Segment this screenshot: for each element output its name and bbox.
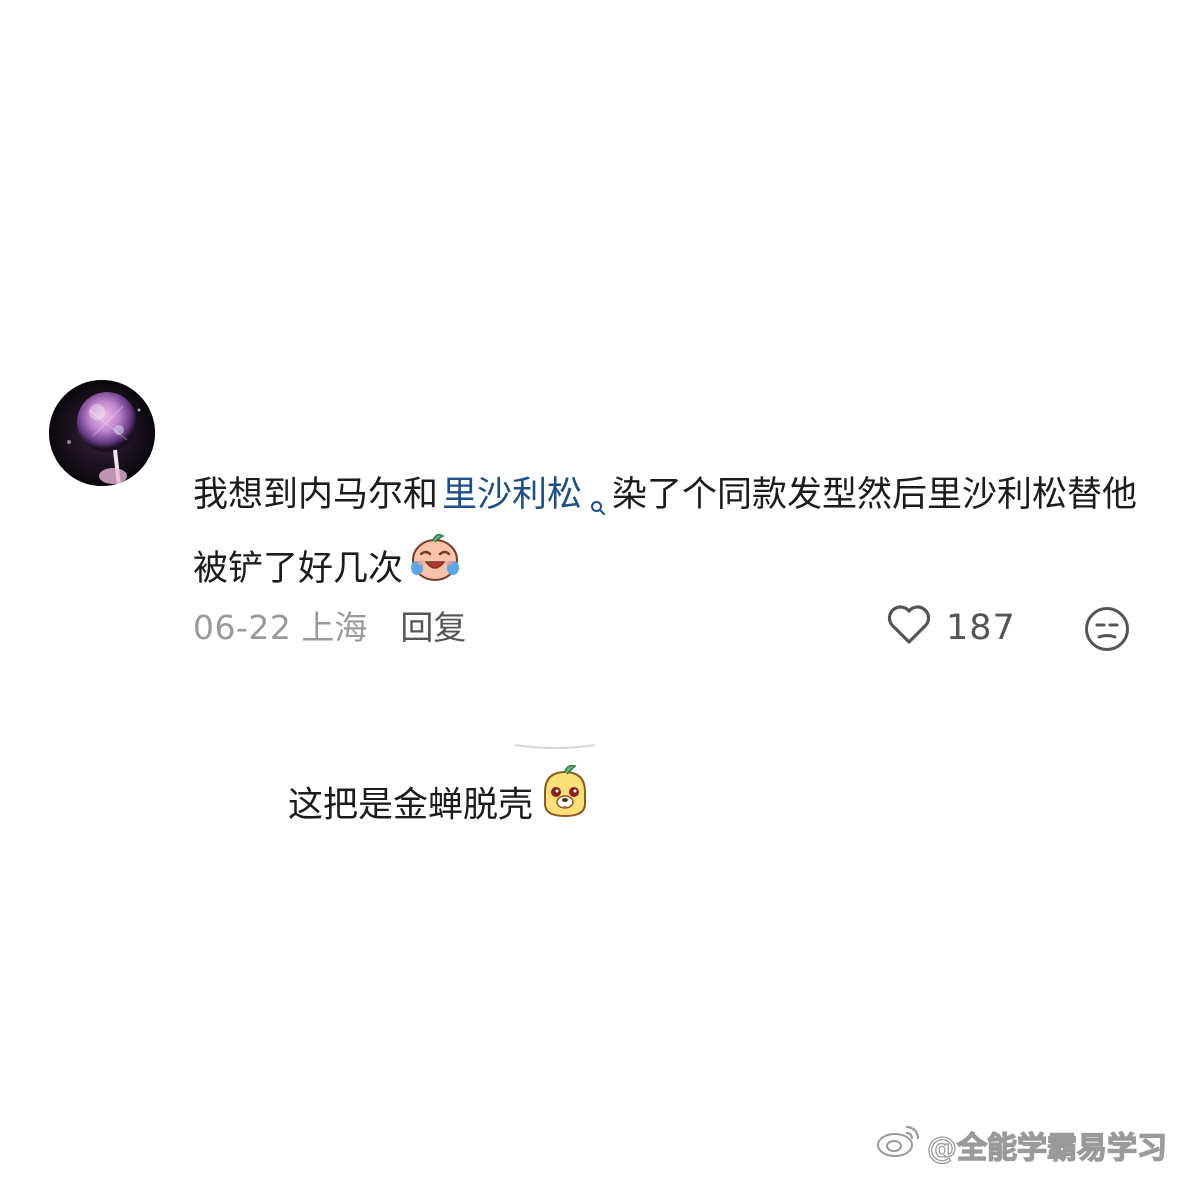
linked-search-term[interactable]: 里沙利松 [442, 475, 582, 515]
reply-button[interactable]: 回复 [400, 604, 466, 652]
comment-text: 我想到内马尔和 里沙利松 染了个同款发型然后里沙利松替他被铲了好几次 [193, 463, 1143, 603]
reply-text: 这把是金蝉脱壳 [288, 764, 593, 841]
reply-text-content: 这把是金蝉脱壳 [288, 785, 534, 826]
dislike-button[interactable] [1083, 605, 1131, 653]
like-button[interactable]: 187 [886, 604, 1016, 652]
unamused-face-icon [1085, 607, 1129, 651]
like-count: 187 [946, 608, 1016, 648]
comment-meta: 06-22 上海 回复 [193, 604, 466, 652]
comment-text-part1: 我想到内马尔和 [193, 475, 439, 515]
watermark-text: @全能学霸易学习 [926, 1130, 1167, 1166]
cheeky-dog-emoji [537, 764, 593, 841]
heart-icon[interactable] [886, 603, 932, 654]
avatar[interactable] [49, 380, 155, 486]
comment-location: 上海 [301, 608, 368, 647]
cropped-element-fragment [505, 735, 605, 751]
comment-date: 06-22 [193, 608, 292, 647]
lollipop-avatar-image [49, 380, 155, 486]
search-icon[interactable] [590, 473, 606, 537]
crying-laughing-emoji [407, 530, 463, 603]
weibo-icon [875, 1123, 921, 1167]
watermark: @全能学霸易学习 [875, 1123, 1168, 1167]
